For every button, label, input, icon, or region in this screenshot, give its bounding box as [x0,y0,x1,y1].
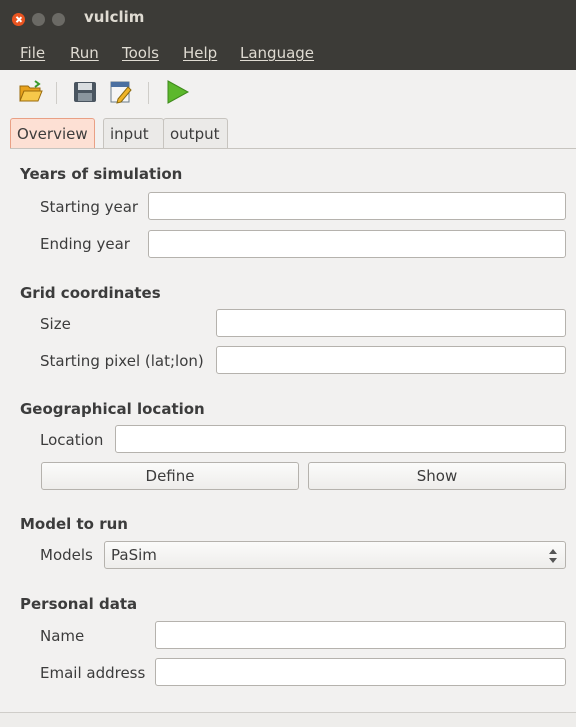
menu-run[interactable]: Run [70,44,99,62]
section-geo-title: Geographical location [20,400,205,418]
size-label: Size [40,315,71,333]
overview-panel: Years of simulation Starting year Ending… [10,148,576,712]
models-select-value: PaSim [111,546,157,564]
ending-year-label: Ending year [40,235,130,253]
email-input[interactable] [155,658,566,686]
close-icon[interactable] [12,13,25,26]
name-label: Name [40,627,85,645]
starting-pixel-input[interactable] [216,346,566,374]
maximize-icon[interactable] [52,13,65,26]
define-button[interactable]: Define [41,462,299,490]
menu-bar: File Run Tools Help Language [0,36,576,70]
starting-year-label: Starting year [40,198,139,216]
toolbar-separator [148,82,149,104]
menu-language[interactable]: Language [240,44,314,62]
title-bar: vulclim [0,0,576,36]
models-label: Models [40,546,93,564]
location-input[interactable] [115,425,566,453]
section-grid-title: Grid coordinates [20,284,161,302]
menu-file[interactable]: File [20,44,45,62]
spin-arrows-icon [549,549,557,563]
menu-tools[interactable]: Tools [122,44,159,62]
models-select[interactable]: PaSim [104,541,566,569]
status-bar [0,712,576,727]
open-folder-icon[interactable] [18,79,44,105]
tab-overview[interactable]: Overview [10,118,95,148]
location-label: Location [40,431,104,449]
edit-icon[interactable] [108,79,134,105]
save-icon[interactable] [72,79,98,105]
window-title: vulclim [84,8,145,26]
starting-year-input[interactable] [148,192,566,220]
show-button[interactable]: Show [308,462,566,490]
tab-input[interactable]: input [103,118,164,148]
run-play-icon[interactable] [164,79,190,105]
section-personal-title: Personal data [20,595,138,613]
size-input[interactable] [216,309,566,337]
ending-year-input[interactable] [148,230,566,258]
menu-help[interactable]: Help [183,44,217,62]
name-input[interactable] [155,621,566,649]
tab-output[interactable]: output [163,118,228,148]
section-model-title: Model to run [20,515,128,533]
starting-pixel-label: Starting pixel (lat;lon) [40,352,204,370]
email-label: Email address [40,664,146,682]
toolbar [0,70,576,114]
minimize-icon[interactable] [32,13,45,26]
toolbar-separator [56,82,57,104]
section-years-title: Years of simulation [20,165,183,183]
